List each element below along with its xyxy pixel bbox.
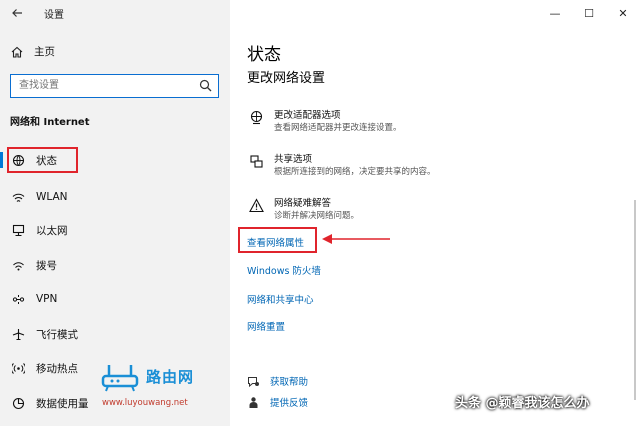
option-description: 查看网络适配器并更改连接设置。 bbox=[274, 123, 402, 133]
sharing-icon bbox=[246, 154, 266, 174]
wifi-icon bbox=[10, 189, 26, 205]
ethernet-icon bbox=[10, 222, 26, 238]
back-button[interactable] bbox=[6, 3, 28, 23]
option-title: 共享选项 bbox=[274, 154, 313, 165]
windows-firewall-link[interactable]: Windows 防火墙 bbox=[247, 263, 321, 277]
sidebar-item-label: 飞行模式 bbox=[36, 328, 78, 341]
main-panel: — ☐ ✕ 状态 更改网络设置 更改适配器选项 查看网络适配器并更改连接设置。 … bbox=[230, 0, 640, 426]
sidebar-item-label: WLAN bbox=[36, 191, 68, 203]
sidebar: 设置 主页 网络和 Internet 状态 WLAN 以太网 拨号 bbox=[0, 0, 230, 426]
window-controls: — ☐ ✕ bbox=[538, 0, 640, 26]
active-indicator bbox=[0, 152, 3, 168]
hotspot-icon bbox=[10, 360, 26, 376]
dialup-icon bbox=[10, 257, 26, 273]
search-box[interactable] bbox=[10, 74, 219, 98]
section-subtitle: 更改网络设置 bbox=[247, 71, 326, 86]
sidebar-item-label: 移动热点 bbox=[36, 362, 78, 375]
title-bar: 设置 bbox=[0, 0, 230, 26]
feedback-icon bbox=[246, 395, 260, 409]
home-label: 主页 bbox=[34, 46, 55, 58]
back-arrow-icon bbox=[12, 9, 22, 17]
sidebar-item-label: VPN bbox=[36, 293, 58, 305]
red-arrow-icon bbox=[322, 234, 390, 244]
sidebar-item-label: 拨号 bbox=[36, 259, 57, 272]
sidebar-item-label: 以太网 bbox=[36, 224, 68, 237]
option-description: 根据所连接到的网络，决定要共享的内容。 bbox=[274, 167, 436, 177]
minimize-button[interactable]: — bbox=[538, 0, 572, 26]
network-sharing-center-link[interactable]: 网络和共享中心 bbox=[247, 292, 314, 306]
search-input[interactable] bbox=[11, 75, 196, 96]
close-button[interactable]: ✕ bbox=[606, 0, 640, 26]
watermark-name: 路由网 bbox=[146, 368, 195, 386]
sidebar-item-dialup[interactable]: 拨号 bbox=[10, 254, 210, 276]
app-title: 设置 bbox=[44, 10, 64, 21]
warning-icon bbox=[246, 198, 266, 218]
airplane-icon bbox=[10, 326, 26, 342]
option-description: 诊断并解决网络问题。 bbox=[274, 211, 360, 221]
feedback-label: 提供反馈 bbox=[270, 398, 309, 409]
get-help-link[interactable]: 获取帮助 bbox=[246, 374, 308, 388]
router-watermark: 路由网 www.luyouwang.net bbox=[100, 360, 230, 416]
sidebar-item-label: 数据使用量 bbox=[36, 397, 89, 410]
change-adapter-options[interactable]: 更改适配器选项 查看网络适配器并更改连接设置。 bbox=[246, 110, 546, 134]
section-label: 网络和 Internet bbox=[10, 117, 90, 128]
home-nav-item[interactable]: 主页 bbox=[10, 44, 55, 59]
router-logo-icon bbox=[101, 365, 139, 392]
watermark-url: www.luyouwang.net bbox=[102, 398, 188, 408]
home-icon bbox=[11, 46, 23, 58]
sidebar-item-ethernet[interactable]: 以太网 bbox=[10, 219, 210, 241]
option-title: 更改适配器选项 bbox=[274, 110, 341, 121]
help-label: 获取帮助 bbox=[270, 377, 309, 388]
sidebar-item-vpn[interactable]: VPN bbox=[10, 288, 210, 310]
maximize-button[interactable]: ☐ bbox=[572, 0, 606, 26]
footer-watermark: 头条 @颖睿我该怎么办 bbox=[455, 396, 590, 411]
sidebar-item-wlan[interactable]: WLAN bbox=[10, 186, 210, 208]
help-icon bbox=[246, 374, 260, 388]
network-troubleshooter[interactable]: 网络疑难解答 诊断并解决网络问题。 bbox=[246, 198, 546, 222]
sharing-options[interactable]: 共享选项 根据所连接到的网络，决定要共享的内容。 bbox=[246, 154, 546, 178]
vpn-icon bbox=[10, 291, 26, 307]
link-highlight-box bbox=[238, 227, 317, 253]
scrollbar[interactable] bbox=[634, 200, 636, 400]
network-reset-link[interactable]: 网络重置 bbox=[247, 319, 285, 333]
option-title: 网络疑难解答 bbox=[274, 198, 332, 209]
data-usage-icon bbox=[10, 395, 26, 411]
status-highlight-box bbox=[7, 147, 78, 173]
search-icon[interactable] bbox=[199, 79, 212, 92]
adapter-icon bbox=[246, 110, 266, 130]
give-feedback-link[interactable]: 提供反馈 bbox=[246, 395, 308, 409]
page-title: 状态 bbox=[247, 45, 281, 65]
sidebar-item-airplane[interactable]: 飞行模式 bbox=[10, 323, 210, 345]
